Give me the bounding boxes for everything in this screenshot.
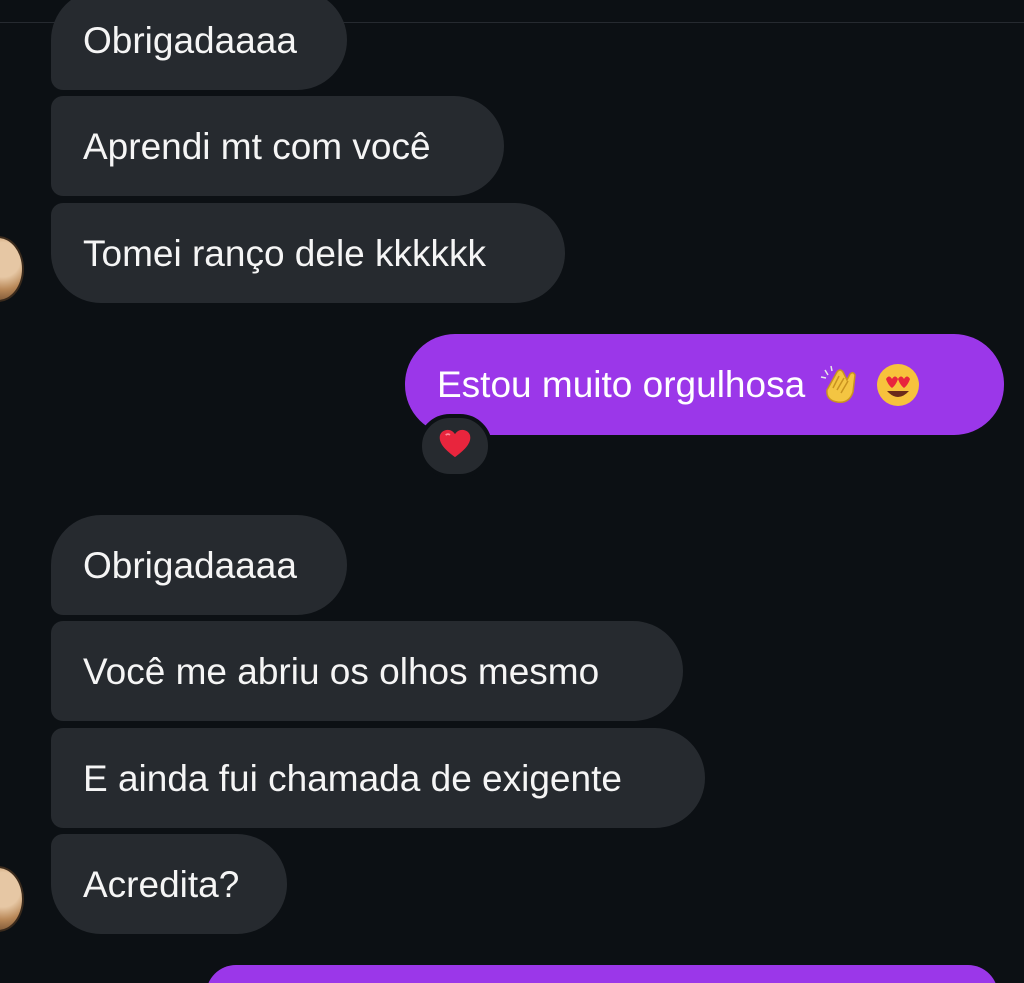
- heart-eyes-emoji: [875, 362, 921, 408]
- message-bubble-incoming[interactable]: Tomei ranço dele kkkkkk: [51, 203, 565, 303]
- message-bubble-outgoing[interactable]: Estou muito orgulhosa: [405, 334, 1004, 435]
- message-bubble-incoming[interactable]: Obrigadaaaa: [51, 515, 347, 615]
- contact-avatar[interactable]: [0, 866, 24, 932]
- message-bubble-incoming[interactable]: E ainda fui chamada de exigente: [51, 728, 705, 828]
- message-text: Obrigadaaaa: [83, 544, 297, 586]
- message-bubble-incoming[interactable]: Aprendi mt com você: [51, 96, 504, 196]
- message-text: Aprendi mt com você: [83, 125, 431, 167]
- contact-avatar[interactable]: [0, 236, 24, 302]
- message-text: Obrigadaaaa: [83, 19, 297, 61]
- message-bubble-incoming[interactable]: Você me abriu os olhos mesmo: [51, 621, 683, 721]
- clapping-hands-emoji: [817, 362, 863, 408]
- message-bubble-outgoing-partial[interactable]: [206, 965, 998, 983]
- heart-emoji: [438, 428, 472, 464]
- message-bubble-incoming[interactable]: Obrigadaaaa: [51, 0, 347, 90]
- message-text: Você me abriu os olhos mesmo: [83, 650, 600, 692]
- message-text: Acredita?: [83, 863, 240, 905]
- message-text: E ainda fui chamada de exigente: [83, 757, 622, 799]
- message-text: Estou muito orgulhosa: [437, 364, 806, 405]
- message-reaction[interactable]: [418, 414, 492, 478]
- message-text: Tomei ranço dele kkkkkk: [83, 232, 487, 274]
- message-bubble-incoming[interactable]: Acredita?: [51, 834, 287, 934]
